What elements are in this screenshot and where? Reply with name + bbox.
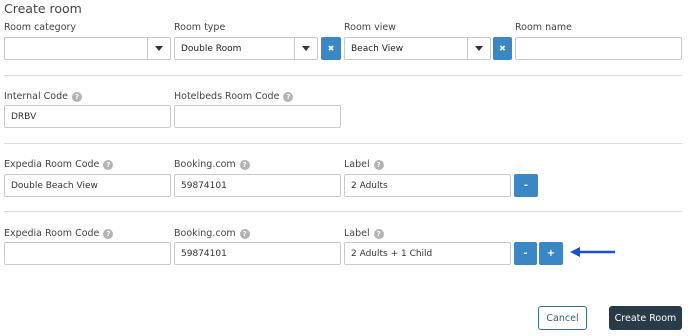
room-category-select[interactable]: [4, 37, 171, 60]
help-icon[interactable]: ?: [103, 159, 114, 170]
divider: [4, 211, 682, 212]
booking-input[interactable]: 59874101: [174, 242, 341, 265]
room-name-input[interactable]: [515, 37, 682, 60]
help-icon[interactable]: ?: [283, 91, 294, 102]
booking-input[interactable]: 59874101: [174, 174, 341, 197]
booking-label: Booking.com ?: [174, 228, 250, 239]
room-view-select[interactable]: Beach View: [344, 37, 491, 60]
room-type-select[interactable]: Double Room: [174, 37, 318, 60]
help-icon[interactable]: ?: [239, 159, 250, 170]
divider: [4, 143, 682, 144]
internal-code-label: Internal Code ?: [4, 91, 82, 102]
expedia-code-input[interactable]: Double Beach View: [4, 174, 171, 197]
clear-room-type-button[interactable]: ✖: [321, 37, 341, 60]
chevron-down-icon[interactable]: [467, 38, 490, 59]
expedia-code-label: Expedia Room Code ?: [4, 228, 114, 239]
booking-label: Booking.com ?: [174, 159, 250, 170]
hotelbeds-code-input[interactable]: [174, 105, 341, 128]
hotelbeds-code-label: Hotelbeds Room Code ?: [174, 91, 294, 102]
chevron-down-icon[interactable]: [294, 38, 317, 59]
room-category-label: Room category: [4, 22, 77, 33]
help-icon[interactable]: ?: [239, 228, 250, 239]
help-icon[interactable]: ?: [373, 159, 384, 170]
help-icon[interactable]: ?: [373, 228, 384, 239]
help-icon[interactable]: ?: [103, 228, 114, 239]
room-view-value: Beach View: [351, 43, 404, 54]
label-input[interactable]: 2 Adults: [344, 174, 511, 197]
arrow-left-icon: [570, 247, 615, 257]
divider: [4, 75, 682, 76]
create-room-button[interactable]: Create Room: [609, 306, 682, 330]
internal-code-input[interactable]: DRBV: [4, 105, 171, 128]
help-icon[interactable]: ?: [71, 91, 82, 102]
expedia-code-label: Expedia Room Code ?: [4, 159, 114, 170]
label-field-label: Label ?: [344, 159, 384, 170]
room-name-label: Room name: [515, 22, 573, 33]
add-mapping-button[interactable]: +: [539, 242, 563, 265]
label-input[interactable]: 2 Adults + 1 Child: [344, 242, 511, 265]
expedia-code-input[interactable]: [4, 242, 171, 265]
room-type-value: Double Room: [181, 43, 242, 54]
room-view-label: Room view: [344, 22, 396, 33]
cancel-button[interactable]: Cancel: [538, 306, 587, 330]
label-field-label: Label ?: [344, 228, 384, 239]
chevron-down-icon[interactable]: [147, 38, 170, 59]
remove-mapping-button[interactable]: -: [514, 242, 537, 265]
clear-room-view-button[interactable]: ✖: [493, 37, 512, 60]
page-title: Create room: [4, 1, 82, 16]
remove-mapping-button[interactable]: -: [514, 174, 538, 197]
room-type-label: Room type: [174, 22, 226, 33]
